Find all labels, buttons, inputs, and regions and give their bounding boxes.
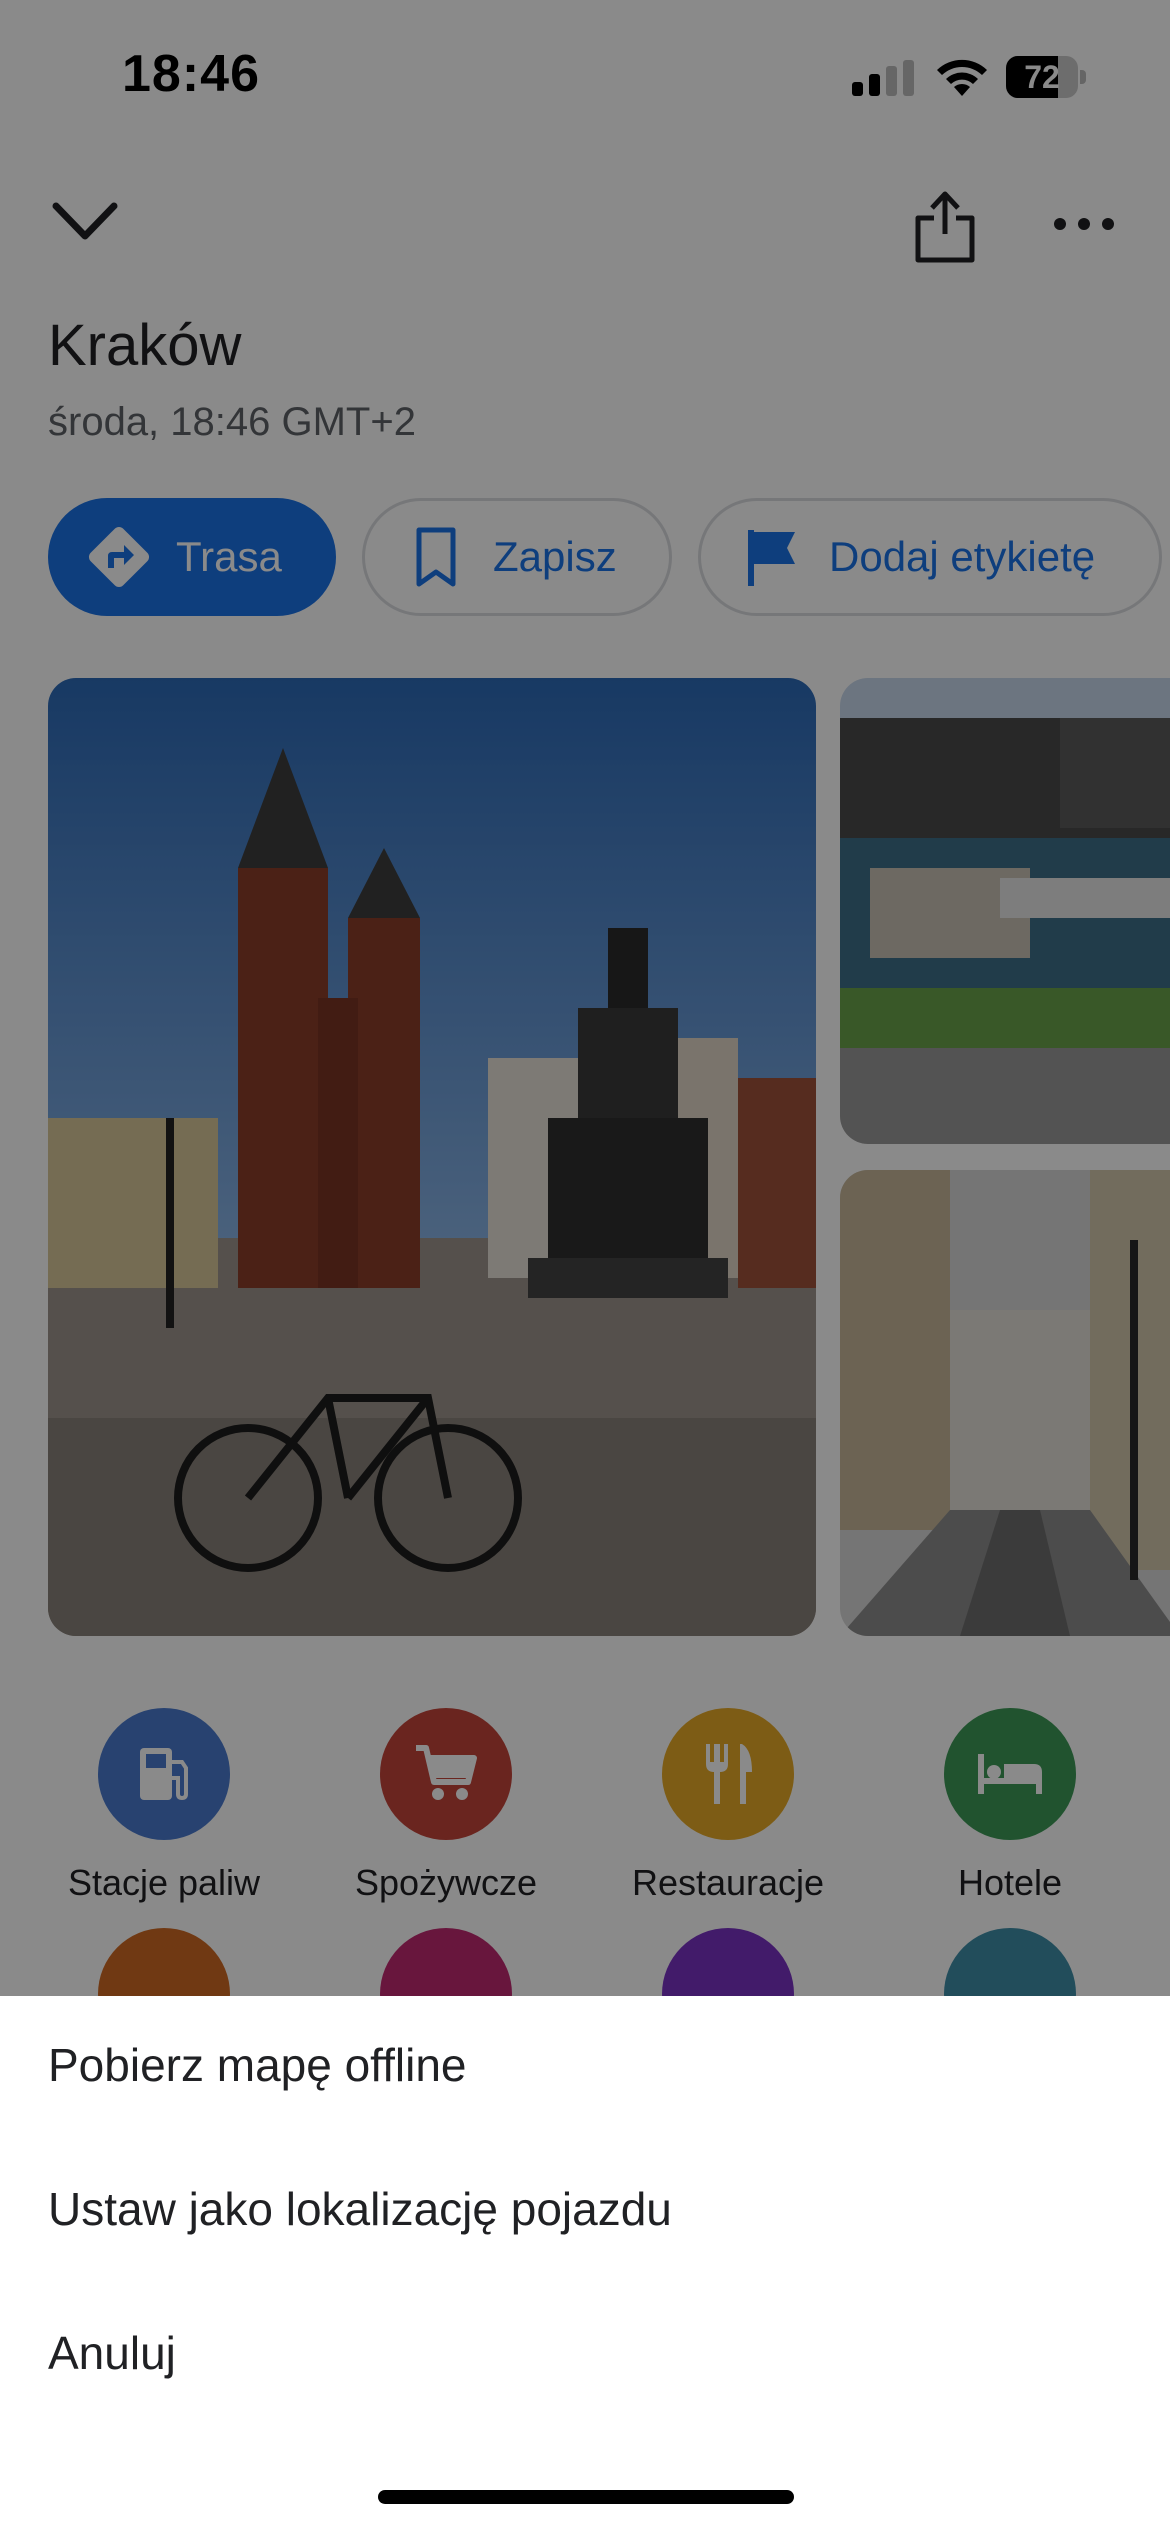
place-photo-river[interactable] bbox=[840, 678, 1170, 1144]
cancel-option[interactable]: Anuluj bbox=[48, 2326, 176, 2380]
category-restaurants[interactable]: Restauracje bbox=[598, 1708, 858, 1904]
home-indicator[interactable] bbox=[378, 2490, 794, 2504]
save-button[interactable]: Zapisz bbox=[362, 498, 672, 616]
category-hotels-circle bbox=[944, 1708, 1076, 1840]
shopping-cart-icon bbox=[416, 1745, 477, 1800]
category-gas-stations-circle bbox=[98, 1708, 230, 1840]
route-button-label: Trasa bbox=[176, 533, 282, 580]
photo-river-boats bbox=[840, 678, 1170, 1144]
photo-market-square bbox=[48, 678, 816, 1636]
download-offline-map-option[interactable]: Pobierz mapę offline bbox=[48, 2038, 467, 2092]
category-label: Hotele bbox=[957, 1862, 1063, 1903]
save-button-label: Zapisz bbox=[493, 533, 617, 580]
wifi-icon bbox=[937, 59, 987, 96]
place-title: Kraków bbox=[48, 313, 242, 378]
hotel-icon bbox=[978, 1754, 1042, 1794]
photo-snowy-street bbox=[840, 1170, 1170, 1636]
category-gas-stations[interactable]: Stacje paliw bbox=[34, 1708, 294, 1904]
more-horizontal-icon[interactable] bbox=[1052, 206, 1116, 242]
category-groceries[interactable]: Spożywcze bbox=[316, 1708, 576, 1904]
add-label-button[interactable]: Dodaj etykietę bbox=[698, 498, 1162, 616]
place-local-time: środa, 18:46 GMT+2 bbox=[48, 400, 416, 444]
directions-icon bbox=[88, 526, 150, 588]
route-button[interactable]: Trasa bbox=[48, 498, 336, 616]
category-label: Stacje paliw bbox=[67, 1862, 261, 1903]
add-label-button-label: Dodaj etykietę bbox=[829, 533, 1096, 580]
gas-station-icon bbox=[140, 1748, 188, 1801]
status-time: 18:46 bbox=[122, 45, 260, 103]
status-bar: 18:46 72 bbox=[0, 0, 1170, 150]
cellular-signal-icon bbox=[852, 60, 916, 96]
category-label: Spożywcze bbox=[354, 1862, 538, 1903]
screen: 18:46 72 Kraków środa, 18:46 GMT+2 Trasa… bbox=[0, 0, 1170, 2532]
restaurant-icon bbox=[706, 1744, 752, 1804]
bookmark-icon bbox=[416, 527, 456, 587]
category-groceries-circle bbox=[380, 1708, 512, 1840]
category-restaurants-circle bbox=[662, 1708, 794, 1840]
flag-icon bbox=[748, 530, 795, 586]
place-photo-main[interactable] bbox=[48, 678, 816, 1636]
place-photo-street[interactable] bbox=[840, 1170, 1170, 1636]
set-vehicle-location-option[interactable]: Ustaw jako lokalizację pojazdu bbox=[48, 2182, 672, 2236]
chevron-down-icon[interactable] bbox=[50, 196, 120, 246]
category-label: Restauracje bbox=[631, 1862, 825, 1903]
battery-percent: 72 bbox=[1024, 59, 1060, 95]
battery-icon: 72 bbox=[1006, 56, 1086, 98]
action-sheet: Pobierz mapę offline Ustaw jako lokaliza… bbox=[0, 1996, 1170, 2532]
category-hotels[interactable]: Hotele bbox=[880, 1708, 1140, 1904]
share-icon[interactable] bbox=[912, 188, 978, 264]
